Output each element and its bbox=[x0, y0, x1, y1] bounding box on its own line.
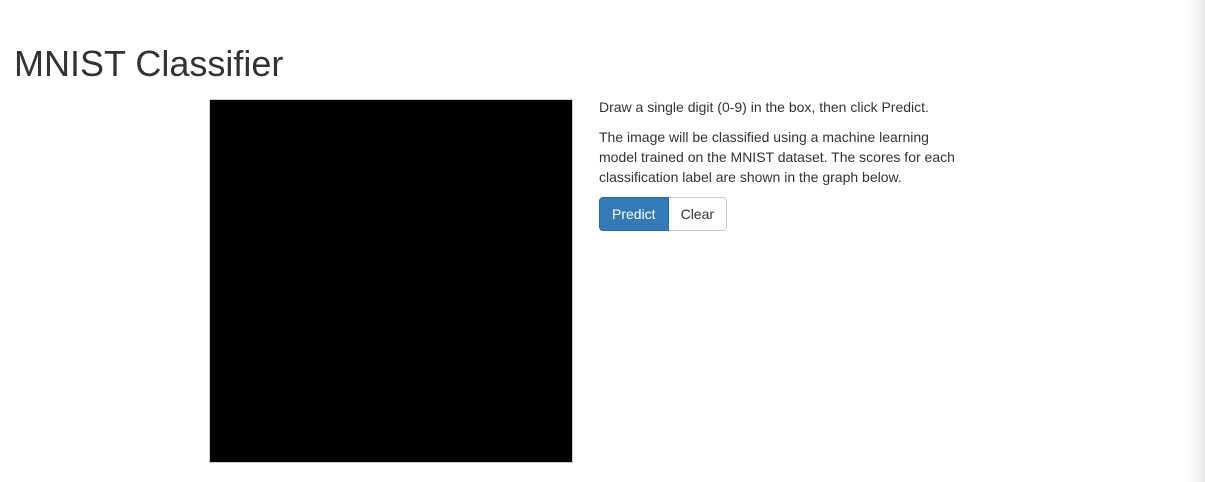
page: MNIST Classifier Draw a single digit (0-… bbox=[0, 0, 1205, 482]
page-title: MNIST Classifier bbox=[14, 43, 284, 84]
instruction-text-1: Draw a single digit (0-9) in the box, th… bbox=[599, 99, 929, 115]
window-edge-shadow bbox=[1183, 0, 1205, 482]
instruction-text-2: The image will be classified using a mac… bbox=[599, 129, 955, 185]
predict-button[interactable]: Predict bbox=[599, 197, 669, 231]
action-button-group: Predict Clear bbox=[599, 197, 969, 231]
instructions-panel: Draw a single digit (0-9) in the box, th… bbox=[599, 97, 969, 231]
drawing-canvas[interactable] bbox=[209, 99, 573, 463]
clear-button[interactable]: Clear bbox=[668, 197, 728, 231]
